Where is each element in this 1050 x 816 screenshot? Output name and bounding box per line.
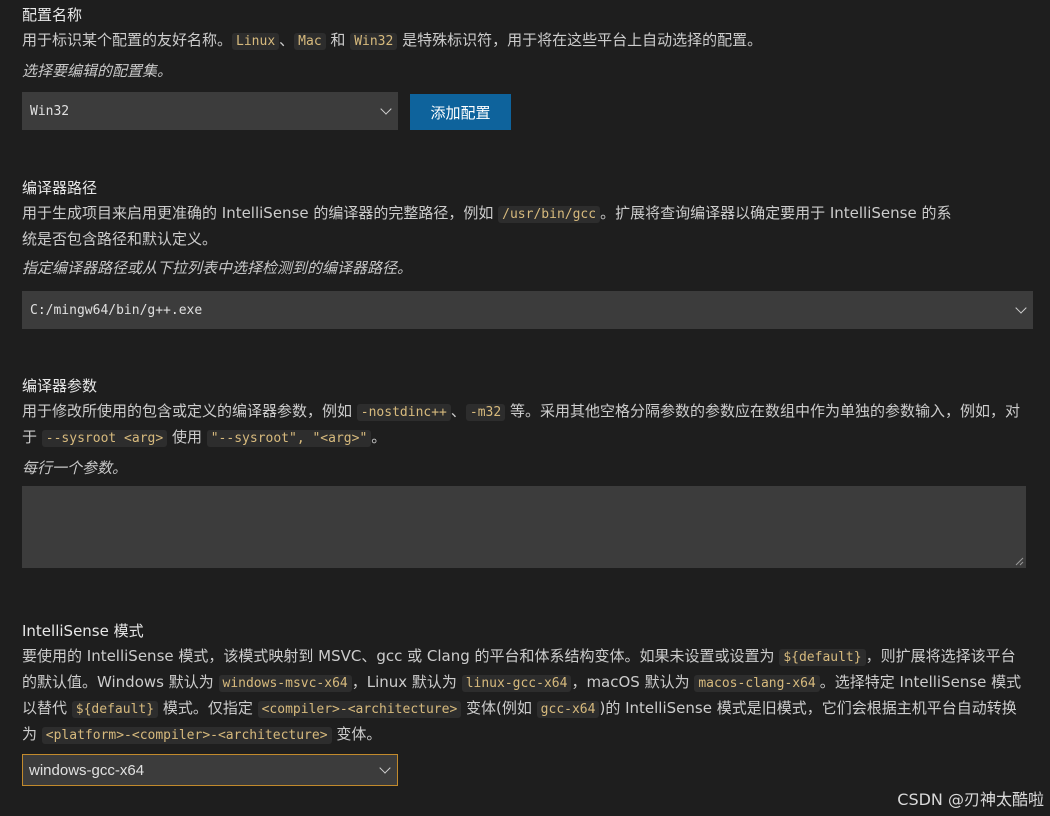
config-select[interactable]: Win32: [22, 92, 398, 130]
code-default: ${default}: [71, 701, 159, 718]
watermark: CSDN @刃神太酷啦: [897, 790, 1044, 809]
resize-grip-icon[interactable]: [1014, 556, 1024, 566]
compiler-path-value: C:/mingw64/bin/g++.exe: [30, 302, 203, 318]
compiler-path-description: 用于生成项目来启用更准确的 IntelliSense 的编译器的完整路径，例如 …: [22, 201, 962, 251]
desc-text: 使用: [167, 428, 207, 446]
config-name-description: 用于标识某个配置的友好名称。 Linux、 Mac 和 Win32 是特殊标识符，用…: [22, 28, 1034, 54]
chevron-down-icon[interactable]: [1015, 302, 1027, 314]
desc-text: 用于修改所使用的包含或定义的编译器参数，例如: [22, 402, 357, 420]
code-sysroot: --sysroot <arg>: [41, 430, 168, 447]
code-macos-clang-x64: macos-clang-x64: [694, 675, 820, 692]
code-platform-compiler-architecture: <platform>-<compiler>-<architecture>: [41, 727, 332, 744]
code-mac: Mac: [294, 33, 326, 50]
intellisense-mode-value: windows-gcc-x64: [29, 761, 145, 779]
desc-text: 、: [279, 31, 295, 49]
desc-text: 用于生成项目来启用更准确的 IntelliSense 的编译器的完整路径，例如: [22, 204, 499, 222]
intellisense-mode-select[interactable]: windows-gcc-x64: [22, 754, 398, 786]
compiler-args-hint: 每行一个参数。: [22, 459, 128, 477]
chevron-down-icon: [380, 103, 392, 115]
desc-text: 要使用的 IntelliSense 模式，该模式映射到 MSVC、gcc 或 C…: [22, 647, 780, 665]
intellisense-mode-title: IntelliSense 模式: [22, 622, 144, 640]
compiler-args-section: 编译器参数 用于修改所使用的包含或定义的编译器参数，例如 -nostdinc++…: [22, 375, 1034, 479]
chevron-down-icon: [379, 762, 391, 774]
config-name-title: 配置名称: [22, 6, 83, 24]
config-name-section: 配置名称 用于标识某个配置的友好名称。 Linux、 Mac 和 Win32 是特殊…: [22, 4, 1034, 82]
intellisense-mode-description: 要使用的 IntelliSense 模式，该模式映射到 MSVC、gcc 或 C…: [22, 644, 1027, 748]
desc-text: 变体(例如: [461, 699, 537, 717]
code-windows-msvc-x64: windows-msvc-x64: [218, 675, 352, 692]
cpp-configuration-page: 配置名称 用于标识某个配置的友好名称。 Linux、 Mac 和 Win32 是特殊…: [0, 0, 1050, 816]
desc-text: ，Linux 默认为: [351, 673, 462, 691]
code-compiler-architecture: <compiler>-<architecture>: [257, 701, 462, 718]
desc-text: ，macOS 默认为: [571, 673, 695, 691]
code-win32: Win32: [350, 33, 398, 50]
compiler-path-hint: 指定编译器路径或从下拉列表中选择检测到的编译器路径。: [22, 259, 413, 277]
config-name-hint: 选择要编辑的配置集。: [22, 62, 173, 80]
code-gcc-x64: gcc-x64: [536, 701, 600, 718]
code-nostdinc: -nostdinc++: [356, 404, 451, 421]
code-linux: Linux: [232, 33, 280, 50]
code-default: ${default}: [779, 649, 866, 666]
desc-text: 模式。仅指定: [158, 699, 258, 717]
compiler-args-description: 用于修改所使用的包含或定义的编译器参数，例如 -nostdinc++、 -m32 …: [22, 399, 1022, 451]
desc-text: 、: [450, 402, 466, 420]
compiler-args-title: 编译器参数: [22, 377, 98, 395]
compiler-path-title: 编译器路径: [22, 179, 98, 197]
compiler-path-combobox[interactable]: C:/mingw64/bin/g++.exe: [22, 291, 1033, 329]
compiler-path-section: 编译器路径 用于生成项目来启用更准确的 IntelliSense 的编译器的完整…: [22, 177, 1034, 279]
code-m32: -m32: [465, 404, 506, 421]
desc-text: 变体。: [331, 725, 382, 743]
code-sysroot-array: "--sysroot", "<arg>": [206, 430, 372, 447]
desc-text: 是特殊标识符，用于将在这些平台上自动选择的配置。: [397, 31, 763, 49]
desc-text: 用于标识某个配置的友好名称。: [22, 31, 233, 49]
desc-text: 。: [371, 428, 387, 446]
intellisense-mode-section: IntelliSense 模式 要使用的 IntelliSense 模式，该模式…: [22, 620, 1034, 748]
code-usr-bin-gcc: /usr/bin/gcc: [498, 206, 601, 223]
config-select-value: Win32: [30, 103, 70, 119]
code-linux-gcc-x64: linux-gcc-x64: [461, 675, 572, 692]
add-configuration-button[interactable]: 添加配置: [410, 94, 511, 130]
desc-text: 和: [325, 31, 351, 49]
compiler-args-textarea[interactable]: [22, 486, 1026, 568]
